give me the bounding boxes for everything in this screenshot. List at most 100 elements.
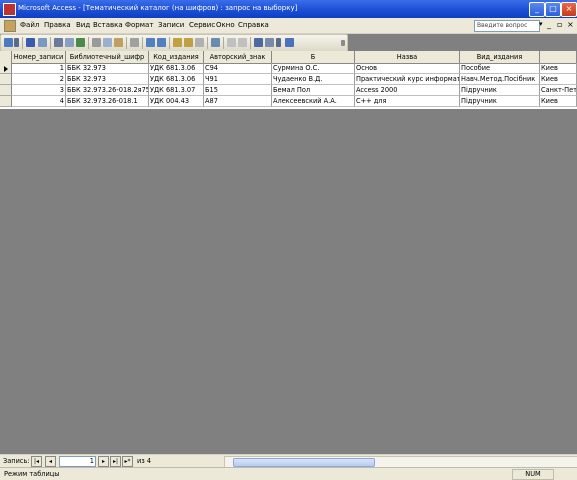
sort-descending-icon[interactable]	[157, 38, 166, 47]
table-cell[interactable]: 2	[12, 74, 66, 85]
table-cell[interactable]: Санкт-Пет	[540, 85, 577, 96]
table-cell[interactable]: УДК 681.3.06	[149, 63, 204, 74]
first-record-button[interactable]: |◂	[31, 456, 42, 467]
toolbar-separator	[22, 37, 23, 49]
save-icon[interactable]	[26, 38, 35, 47]
select-all-corner[interactable]	[0, 51, 12, 63]
table-cell[interactable]: Киев	[540, 96, 577, 107]
table-cell[interactable]: Сурмина О.С.	[272, 63, 355, 74]
table-cell[interactable]: Киев	[540, 74, 577, 85]
record-label: Запись:	[3, 457, 30, 465]
last-record-button[interactable]: ▸|	[110, 456, 121, 467]
help-icon[interactable]	[285, 38, 294, 47]
help-dropdown-icon[interactable]: ▾	[539, 20, 543, 28]
table-cell[interactable]: C++ для	[355, 96, 460, 107]
table-cell[interactable]: Ч91	[204, 74, 272, 85]
table-cell[interactable]: Access 2000	[355, 85, 460, 96]
find-icon[interactable]	[211, 38, 220, 47]
undo-icon[interactable]	[130, 38, 139, 47]
close-button[interactable]: ×	[561, 2, 577, 17]
column-header[interactable]	[540, 51, 577, 63]
spelling-icon[interactable]	[76, 38, 85, 47]
paste-icon[interactable]	[114, 38, 123, 47]
access-app-icon[interactable]	[3, 3, 16, 16]
column-header[interactable]: Назва	[355, 51, 460, 63]
table-cell[interactable]: Киев	[540, 63, 577, 74]
table-cell[interactable]: Підручник	[460, 96, 540, 107]
next-record-button[interactable]: ▸	[98, 456, 109, 467]
view-icon[interactable]	[4, 38, 13, 47]
menu-records[interactable]: Записи	[158, 21, 184, 29]
column-header[interactable]: Авторский_знак	[204, 51, 272, 63]
column-header[interactable]: Номер_записи	[12, 51, 66, 63]
table-cell[interactable]: С94	[204, 63, 272, 74]
menu-insert[interactable]: Вставка	[93, 21, 123, 29]
window-titlebar: Microsoft Access - [Тематический каталог…	[0, 0, 577, 18]
filter-by-form-icon[interactable]	[184, 38, 193, 47]
column-header[interactable]: Код_издания	[149, 51, 204, 63]
menu-format[interactable]: Формат	[125, 21, 153, 29]
toolbar-separator	[142, 37, 143, 49]
menu-tools[interactable]: Сервис	[189, 21, 215, 29]
current-record-field[interactable]: 1	[59, 456, 96, 467]
apply-filter-icon[interactable]	[195, 38, 204, 47]
table-cell[interactable]: УДК 681.3.07	[149, 85, 204, 96]
table-cell[interactable]: ББК 32.973.26-018.1	[66, 96, 149, 107]
column-header[interactable]: Б	[272, 51, 355, 63]
table-cell[interactable]: Б15	[204, 85, 272, 96]
table-cell[interactable]: Пособие	[460, 63, 540, 74]
cut-icon[interactable]	[92, 38, 101, 47]
new-object-dropdown-icon[interactable]	[276, 38, 281, 47]
copy-icon[interactable]	[103, 38, 112, 47]
print-preview-icon[interactable]	[65, 38, 74, 47]
menu-view[interactable]: Вид	[76, 21, 90, 29]
search-file-icon[interactable]	[38, 38, 47, 47]
table-cell[interactable]: 3	[12, 85, 66, 96]
table-cell[interactable]: ББК 32.973.26-018.2я75	[66, 85, 149, 96]
menu-file[interactable]: Файл	[20, 21, 39, 29]
table-cell[interactable]: УДК 004.43	[149, 96, 204, 107]
new-record-nav-button[interactable]: ▸*	[122, 456, 133, 467]
table-cell[interactable]: Практический курс информатики	[355, 74, 460, 85]
menu-window[interactable]: Окно	[216, 21, 235, 29]
doc-restore-button[interactable]: ▫	[557, 20, 562, 29]
table-cell[interactable]: Бемал Пол	[272, 85, 355, 96]
filter-by-selection-icon[interactable]	[173, 38, 182, 47]
doc-close-button[interactable]: ×	[567, 20, 574, 29]
column-header[interactable]: Библиотечный_шифр	[66, 51, 149, 63]
new-record-icon[interactable]	[227, 38, 236, 47]
menu-edit[interactable]: Правка	[44, 21, 71, 29]
print-icon[interactable]	[54, 38, 63, 47]
sort-ascending-icon[interactable]	[146, 38, 155, 47]
table-cell[interactable]: 1	[12, 63, 66, 74]
delete-record-icon[interactable]	[238, 38, 247, 47]
new-object-icon[interactable]	[265, 38, 274, 47]
record-selector[interactable]	[0, 96, 12, 107]
help-question-box[interactable]: Введите вопрос	[474, 20, 540, 32]
table-cell[interactable]: Чудаенко В.Д.	[272, 74, 355, 85]
view-dropdown-icon[interactable]	[14, 38, 19, 47]
table-cell[interactable]: Основ	[355, 63, 460, 74]
datasheet-grid: Номер_записи Библиотечный_шифр Код_издан…	[0, 51, 577, 109]
table-cell[interactable]: ББК 32.973	[66, 74, 149, 85]
table-cell[interactable]: ББК 32.973	[66, 63, 149, 74]
maximize-button[interactable]: □	[545, 2, 561, 17]
table-cell[interactable]: УДК 681.3.06	[149, 74, 204, 85]
table-cell[interactable]: А87	[204, 96, 272, 107]
menu-help[interactable]: Справка	[238, 21, 269, 29]
table-cell[interactable]: Алексеевский А.А.	[272, 96, 355, 107]
record-selector[interactable]	[0, 74, 12, 85]
query-document-icon[interactable]	[4, 20, 16, 32]
table-cell[interactable]: Підручник	[460, 85, 540, 96]
table-cell[interactable]: Навч.Метод.Посібник	[460, 74, 540, 85]
previous-record-button[interactable]: ◂	[45, 456, 56, 467]
scrollbar-thumb[interactable]	[233, 458, 375, 467]
column-header[interactable]: Вид_издания	[460, 51, 540, 63]
doc-minimize-button[interactable]: _	[547, 20, 551, 29]
database-window-icon[interactable]	[254, 38, 263, 47]
record-selector[interactable]	[0, 85, 12, 96]
toolbar-options-icon[interactable]	[341, 40, 345, 46]
table-cell[interactable]: 4	[12, 96, 66, 107]
record-selector-current[interactable]	[0, 63, 12, 74]
minimize-button[interactable]: _	[529, 2, 545, 17]
